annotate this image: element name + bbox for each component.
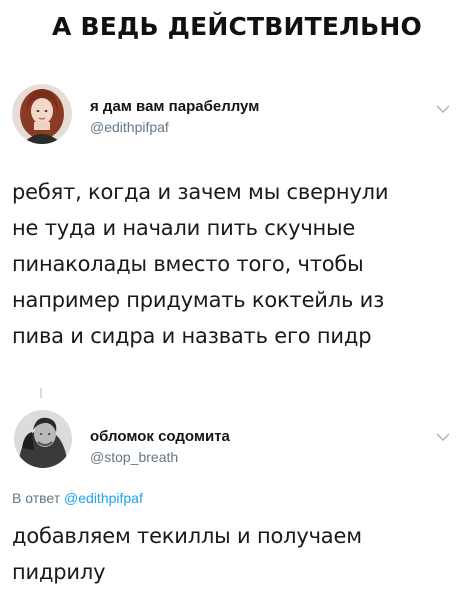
avatar[interactable] [12, 84, 72, 144]
tweet-author[interactable]: я дам вам парабеллум @edithpifpaf [90, 98, 259, 136]
tweet-text: добавляем текиллы и получаем пидрилу [12, 518, 462, 590]
avatar-photo-woman-icon [12, 84, 72, 144]
reply-prefix: В ответ [12, 490, 61, 506]
chevron-down-icon[interactable] [436, 432, 450, 442]
tweet-text-line: пинаколады вместо того, чтобы [12, 252, 364, 276]
display-name[interactable]: я дам вам парабеллум [90, 98, 259, 116]
meme-caption: А ВЕДЬ ДЕЙСТВИТЕЛЬНО [52, 12, 422, 41]
user-handle[interactable]: @stop_breath [90, 448, 230, 466]
avatar-photo-man-icon [14, 410, 72, 468]
display-name[interactable]: обломок содомита [90, 428, 230, 446]
tweet-text-line: не туда и начали пить скучные [12, 216, 356, 240]
avatar[interactable] [14, 410, 72, 468]
tweet-text-line: пива и сидра и назвать его пидр [12, 324, 372, 348]
tweet-text-line: добавляем текиллы и получаем [12, 524, 362, 548]
tweet-text: ребят, когда и зачем мы свернули не туда… [12, 174, 462, 354]
tweet-text-line: например придумать коктейль из [12, 288, 385, 312]
tweet-text-line: пидрилу [12, 560, 106, 584]
tweet-text-line: ребят, когда и зачем мы свернули [12, 180, 389, 204]
reply-to-label: В ответ @edithpifpaf [12, 490, 143, 506]
thread-connector [40, 388, 42, 398]
tweet-author[interactable]: обломок содомита @stop_breath [90, 428, 230, 466]
chevron-down-icon[interactable] [436, 104, 450, 114]
user-handle[interactable]: @edithpifpaf [90, 118, 259, 136]
reply-mention-link[interactable]: @edithpifpaf [64, 490, 143, 506]
